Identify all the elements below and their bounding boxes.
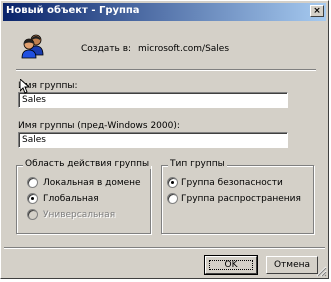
type-distribution-label[interactable]: Группа распространения: [181, 194, 301, 204]
create-in-label: Создать в:: [81, 44, 132, 54]
scope-domain-local-radio[interactable]: [27, 177, 38, 188]
cancel-button-label: Отмена: [273, 260, 311, 270]
mouse-pointer-icon: [19, 77, 31, 97]
group-name-pre2000-label: Имя группы (пред-Windows 2000):: [18, 121, 180, 131]
group-name-pre2000-input[interactable]: Sales: [18, 132, 288, 148]
close-button[interactable]: ×: [310, 5, 324, 17]
group-name-input[interactable]: Sales: [18, 92, 288, 108]
focus-rect: [209, 260, 253, 270]
radio-selected-dot: [171, 181, 174, 184]
title-bar[interactable]: Новый объект - Группа ×: [3, 3, 326, 21]
close-icon: ×: [313, 6, 321, 16]
radio-selected-dot: [31, 197, 34, 200]
new-group-dialog: Новый объект - Группа × Создать в: micro…: [0, 0, 329, 279]
cancel-button[interactable]: Отмена: [266, 256, 318, 274]
footer-separator: [4, 247, 325, 249]
type-security-label[interactable]: Группа безопасности: [181, 178, 283, 188]
ok-button[interactable]: OK: [204, 255, 258, 275]
scope-global-radio[interactable]: [27, 193, 38, 204]
resize-grip-icon[interactable]: [316, 266, 327, 277]
group-scope-caption: Область действия группы: [23, 159, 152, 169]
group-users-icon: [19, 33, 47, 59]
scope-global-label[interactable]: Глобальная: [43, 194, 99, 204]
scope-domain-local-label[interactable]: Локальная в домене: [43, 178, 141, 188]
group-type-caption: Тип группы: [168, 159, 227, 169]
type-security-radio[interactable]: [167, 177, 178, 188]
scope-universal-label: Универсальная: [43, 210, 116, 220]
type-distribution-radio[interactable]: [167, 193, 178, 204]
create-in-value: microsoft.com/Sales: [138, 44, 230, 54]
window-title: Новый объект - Группа: [6, 5, 140, 16]
scope-universal-radio: [27, 209, 38, 220]
header-separator: [16, 69, 316, 71]
